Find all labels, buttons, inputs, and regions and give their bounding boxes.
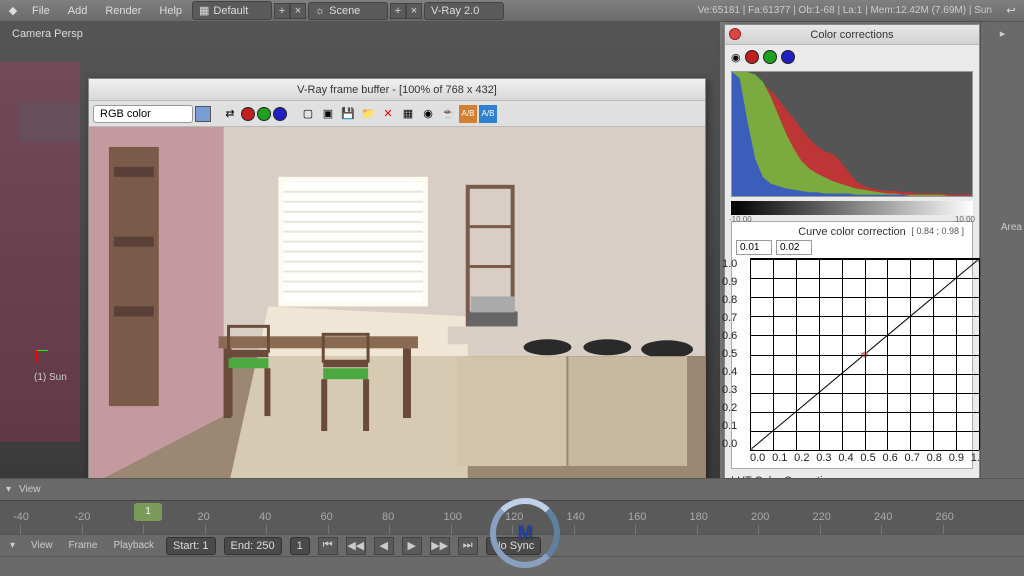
cc-green-dot[interactable]: [763, 50, 777, 64]
render-output: [89, 127, 705, 487]
current-frame-field[interactable]: 1: [290, 537, 310, 555]
curve-input-y[interactable]: [776, 240, 812, 255]
channel-dropdown[interactable]: RGB color: [93, 105, 193, 123]
exposure-slider[interactable]: -10.00 10.00: [731, 201, 973, 215]
tracker-icon[interactable]: ◉: [419, 105, 437, 123]
red-channel-dot[interactable]: [241, 107, 255, 121]
jump-end-button[interactable]: ⏭: [458, 537, 478, 555]
vfb-title-bar[interactable]: V-Ray frame buffer - [100% of 768 x 432]: [89, 79, 705, 101]
remove-layout-button[interactable]: ×: [290, 3, 306, 19]
add-layout-button[interactable]: +: [274, 3, 290, 19]
top-menu-bar: ◆ File Add Render Help ▦Default +× ☼Scen…: [0, 0, 1024, 22]
globe-icon[interactable]: ◉: [731, 51, 741, 64]
prev-keyframe-button[interactable]: ◀◀: [346, 537, 366, 555]
cc-title-bar[interactable]: Color corrections: [725, 25, 979, 45]
curve-input-x[interactable]: [736, 240, 772, 255]
sun-object-label: (1) Sun: [34, 372, 67, 383]
properties-panel[interactable]: ▸ Area: [980, 22, 1024, 478]
view-menu[interactable]: View: [27, 538, 57, 553]
menu-help[interactable]: Help: [151, 3, 190, 19]
channel-dropdown-button[interactable]: [195, 106, 211, 122]
close-button[interactable]: [729, 28, 741, 40]
cc-red-dot[interactable]: [745, 50, 759, 64]
teapot-icon[interactable]: ☕: [439, 105, 457, 123]
menu-file[interactable]: File: [24, 3, 58, 19]
save-icon[interactable]: 💾: [339, 105, 357, 123]
info-icon[interactable]: ▣: [319, 105, 337, 123]
swap-channels-icon[interactable]: ⇄: [221, 105, 239, 123]
mono-icon[interactable]: ▢: [299, 105, 317, 123]
curve-x-axis: 0.00.10.20.30.40.50.60.70.80.91.: [750, 452, 980, 464]
compare-b-icon[interactable]: A/B: [479, 105, 497, 123]
end-frame-field[interactable]: End: 250: [224, 537, 282, 555]
curve-y-axis: 0.00.10.20.30.40.50.60.70.80.91.0: [722, 258, 737, 450]
watermark-logo: M: [490, 498, 560, 568]
curve-cursor-readout: [ 0.84 ; 0.98 ]: [911, 226, 964, 236]
menu-add[interactable]: Add: [60, 3, 96, 19]
back-to-previous-icon[interactable]: ↩: [1002, 2, 1020, 20]
editor-type-icon[interactable]: ▾: [6, 538, 19, 553]
start-frame-field[interactable]: Start: 1: [166, 537, 215, 555]
curve-panel: Curve color correction [ 0.84 ; 0.98 ] 0…: [731, 221, 973, 469]
curve-inputs: [736, 240, 968, 255]
remove-scene-button[interactable]: ×: [406, 3, 422, 19]
scene-controls: +×: [390, 3, 422, 19]
vfb-toolbar: RGB color ⇄ ▢ ▣ 💾 📁 ✕ ▦ ◉ ☕ A/B A/B: [89, 101, 705, 127]
playback-menu[interactable]: Playback: [109, 538, 158, 553]
jump-start-button[interactable]: ⏮: [318, 537, 338, 555]
renderer-dropdown[interactable]: V-Ray 2.0: [424, 2, 504, 20]
next-keyframe-button[interactable]: ▶▶: [430, 537, 450, 555]
blender-icon[interactable]: ◆: [4, 2, 22, 20]
viewport-header: ▾ View: [0, 478, 1024, 500]
stats-text: Ve:65181 | Fa:61377 | Ob:1-68 | La:1 | M…: [698, 5, 1000, 16]
cc-channel-selector: ◉: [725, 45, 979, 69]
color-corrections-window[interactable]: Color corrections ◉ -10.00 10.00 Curve c…: [724, 24, 980, 554]
histogram-display: [731, 71, 973, 197]
compare-a-icon[interactable]: A/B: [459, 105, 477, 123]
area-label: Area: [1001, 222, 1022, 233]
vray-frame-buffer-window[interactable]: V-Ray frame buffer - [100% of 768 x 432]…: [88, 78, 706, 504]
open-icon[interactable]: 📁: [359, 105, 377, 123]
scene-dropdown[interactable]: ☼Scene: [308, 2, 388, 20]
view-menu[interactable]: View: [19, 484, 41, 495]
layout-controls: +×: [274, 3, 306, 19]
play-button[interactable]: ▶: [402, 537, 422, 555]
blue-channel-dot[interactable]: [273, 107, 287, 121]
menu-render[interactable]: Render: [97, 3, 149, 19]
editor-type-icon[interactable]: ▾: [6, 484, 11, 495]
curve-title: Curve color correction [ 0.84 ; 0.98 ]: [736, 226, 968, 238]
clear-icon[interactable]: ✕: [379, 105, 397, 123]
viewport-camera-label: Camera Persp: [12, 28, 83, 40]
axis-gizmo: [24, 338, 54, 368]
play-reverse-button[interactable]: ◀: [374, 537, 394, 555]
cc-blue-dot[interactable]: [781, 50, 795, 64]
curve-editor[interactable]: [750, 258, 980, 450]
frame-menu[interactable]: Frame: [65, 538, 102, 553]
panel-tab-icon[interactable]: ▸: [981, 22, 1024, 44]
add-scene-button[interactable]: +: [390, 3, 406, 19]
region-icon[interactable]: ▦: [399, 105, 417, 123]
green-channel-dot[interactable]: [257, 107, 271, 121]
layout-dropdown[interactable]: ▦Default: [192, 1, 272, 20]
playhead[interactable]: 1: [134, 503, 162, 521]
